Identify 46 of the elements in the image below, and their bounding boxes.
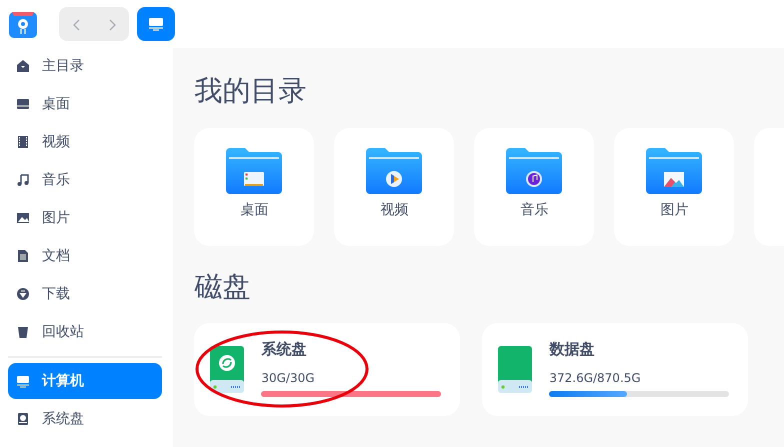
music-note-icon — [16, 173, 30, 187]
download-icon — [16, 287, 30, 301]
sidebar-item[interactable]: 计算机 — [8, 363, 162, 399]
folder-label: 桌面 — [240, 200, 268, 220]
desktop-icon — [16, 97, 30, 111]
folder-card[interactable]: 音乐 — [474, 128, 594, 246]
chevron-right-icon — [106, 18, 116, 32]
computer-icon — [148, 17, 164, 31]
chevron-left-icon — [72, 18, 82, 32]
disk-name: 系统盘 — [261, 339, 308, 360]
home-icon — [16, 59, 30, 73]
sidebar-item[interactable]: 下载 — [8, 276, 162, 312]
document-icon — [16, 249, 30, 263]
disk-usage: 30G/30G — [261, 370, 316, 387]
folder-card[interactable]: 图片 — [614, 128, 734, 246]
sidebar-item[interactable]: 音乐 — [8, 162, 162, 198]
folder-card[interactable]: 桌面 — [194, 128, 314, 246]
picture-icon — [16, 211, 30, 225]
sidebar-item[interactable]: 回收站 — [8, 314, 162, 350]
sidebar-item[interactable]: 图片 — [8, 200, 162, 236]
hard-drive-icon — [210, 346, 244, 394]
disk-card[interactable]: 系统盘 30G/30G — [194, 323, 460, 416]
film-icon — [16, 135, 30, 149]
disk-name: 数据盘 — [549, 339, 596, 360]
folder-icon — [506, 148, 562, 194]
sidebar-item[interactable]: 系统盘 — [8, 401, 162, 437]
sidebar-item[interactable]: 主目录 — [8, 48, 162, 84]
app-logo-icon[interactable] — [8, 9, 38, 39]
section-heading: 我的目录 — [194, 74, 308, 108]
disk-card[interactable]: 数据盘 372.6G/870.5G — [482, 323, 748, 416]
sidebar-item[interactable]: 桌面 — [8, 86, 162, 122]
computer-view-button[interactable] — [137, 7, 175, 41]
folder-icon — [226, 148, 282, 194]
trash-icon — [16, 325, 30, 339]
hard-drive-icon — [498, 346, 532, 394]
folder-label: 音乐 — [520, 200, 548, 220]
section-heading: 磁盘 — [194, 270, 252, 304]
folder-card[interactable]: 视频 — [334, 128, 454, 246]
folder-label: 视频 — [380, 200, 408, 220]
sidebar-item[interactable]: 视频 — [8, 124, 162, 160]
folder-icon — [366, 148, 422, 194]
folder-icon — [646, 148, 702, 194]
computer-icon — [16, 374, 30, 388]
folder-label: 图片 — [660, 200, 688, 220]
sidebar-item[interactable]: 文档 — [8, 238, 162, 274]
disk-usage: 372.6G/870.5G — [549, 370, 642, 387]
